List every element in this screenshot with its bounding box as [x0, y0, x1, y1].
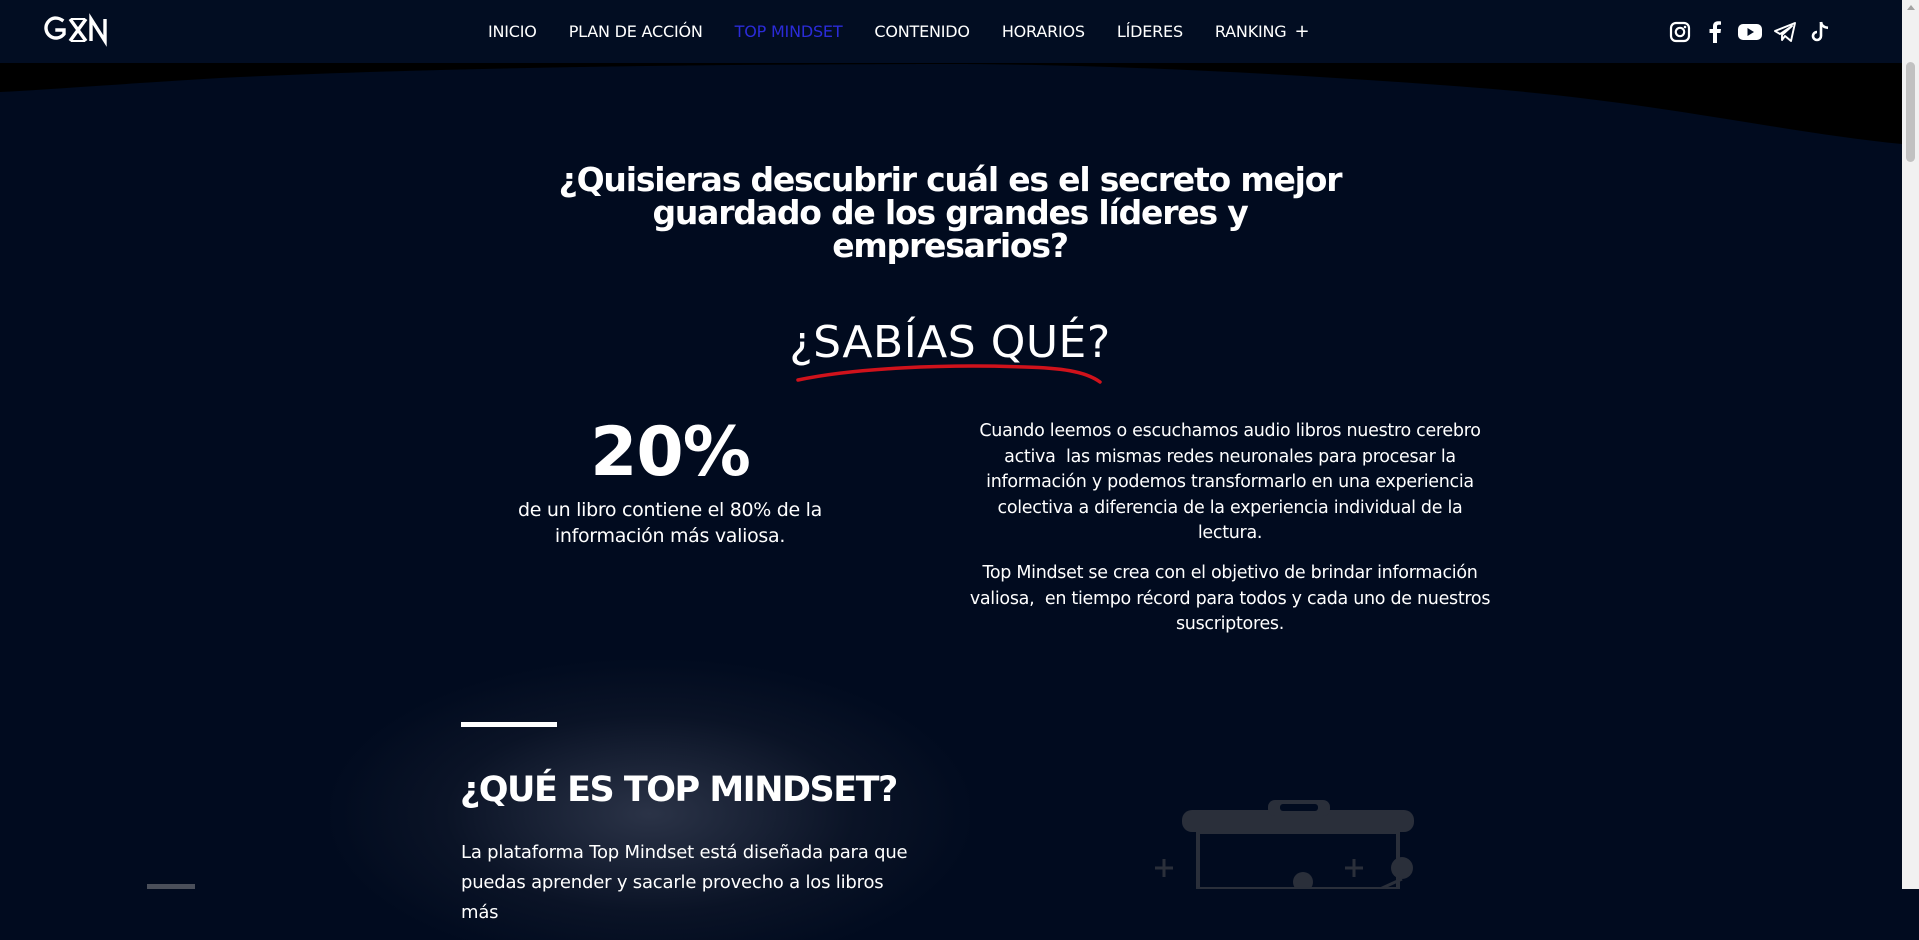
social-links [1668, 20, 1832, 44]
scroll-thumb[interactable] [1906, 62, 1915, 162]
stat-description-line: de un libro contiene el 80% de la [518, 499, 822, 521]
stat-percentage: 20% [590, 413, 751, 492]
objective-paragraph: Top Mindset se crea con el objetivo de b… [955, 561, 1505, 638]
nav-item-horarios[interactable]: HORARIOS [1002, 22, 1085, 41]
top-mindset-description: La plataforma Top Mindset está diseñada … [461, 838, 921, 928]
paragraph-line: activa las mismas redes neuronales para … [1004, 446, 1456, 467]
paragraph-line: información y podemos transformarlo en u… [986, 472, 1474, 492]
hero-title-line: guardado de los grandes líderes y [652, 193, 1248, 232]
audiobook-paragraph: Cuando leemos o escuchamos audio libros … [955, 419, 1505, 547]
nav-item-lideres[interactable]: LÍDERES [1117, 22, 1183, 41]
expand-plus-icon[interactable]: + [1294, 23, 1309, 41]
header-wave-divider [0, 62, 1902, 144]
paragraph-line: colectiva a diferencia de la experiencia… [997, 497, 1463, 518]
whiteboard-illustration-icon [1155, 800, 1414, 889]
paragraph-line: lectura. [1197, 523, 1263, 543]
stat-description: de un libro contiene el 80% de la inform… [500, 497, 840, 549]
main-nav: INICIO PLAN DE ACCIÓN TOP MINDSET CONTEN… [488, 0, 1341, 63]
telegram-icon[interactable] [1773, 20, 1797, 44]
scroll-to-top-button[interactable] [147, 884, 195, 889]
paragraph-line: Cuando leemos o escuchamos audio libros … [979, 421, 1481, 441]
hero-title: ¿Quisieras descubrir cuál es el secreto … [540, 163, 1360, 262]
nav-item-plan-de-accion[interactable]: PLAN DE ACCIÓN [569, 22, 703, 41]
paragraph-line: suscriptores. [1175, 614, 1285, 634]
description-line: La plataforma Top Mindset está diseñada … [461, 842, 908, 863]
site-header: INICIO PLAN DE ACCIÓN TOP MINDSET CONTEN… [0, 0, 1902, 63]
instagram-icon[interactable] [1668, 20, 1692, 44]
nav-item-ranking[interactable]: RANKING + [1214, 22, 1310, 41]
hero-title-line: empresarios? [832, 226, 1069, 265]
facebook-icon[interactable] [1703, 20, 1727, 44]
nav-item-ranking-label: RANKING [1214, 22, 1287, 41]
description-line: puedas aprender y sacarle provecho a los… [461, 872, 884, 923]
nav-item-contenido[interactable]: CONTENIDO [874, 22, 970, 41]
tiktok-icon[interactable] [1808, 20, 1832, 44]
youtube-icon[interactable] [1738, 20, 1762, 44]
site-logo[interactable] [44, 12, 124, 48]
scroll-up-arrow-icon[interactable] [1907, 5, 1915, 10]
paragraph-line: valiosa, en tiempo récord para todos y c… [969, 588, 1491, 609]
page-scrollbar[interactable] [1902, 0, 1919, 889]
nav-item-top-mindset[interactable]: TOP MINDSET [735, 22, 843, 41]
stat-description-line: información más valiosa. [554, 525, 786, 547]
red-underline-stroke [796, 364, 1102, 384]
gxn-logo-icon [44, 13, 107, 47]
paragraph-line: Top Mindset se crea con el objetivo de b… [982, 563, 1478, 583]
nav-item-inicio[interactable]: INICIO [488, 22, 537, 41]
top-mindset-title: ¿QUÉ ES TOP MINDSET? [460, 770, 898, 810]
section-accent-bar [461, 722, 557, 727]
hero-title-line: ¿Quisieras descubrir cuál es el secreto … [558, 160, 1343, 199]
